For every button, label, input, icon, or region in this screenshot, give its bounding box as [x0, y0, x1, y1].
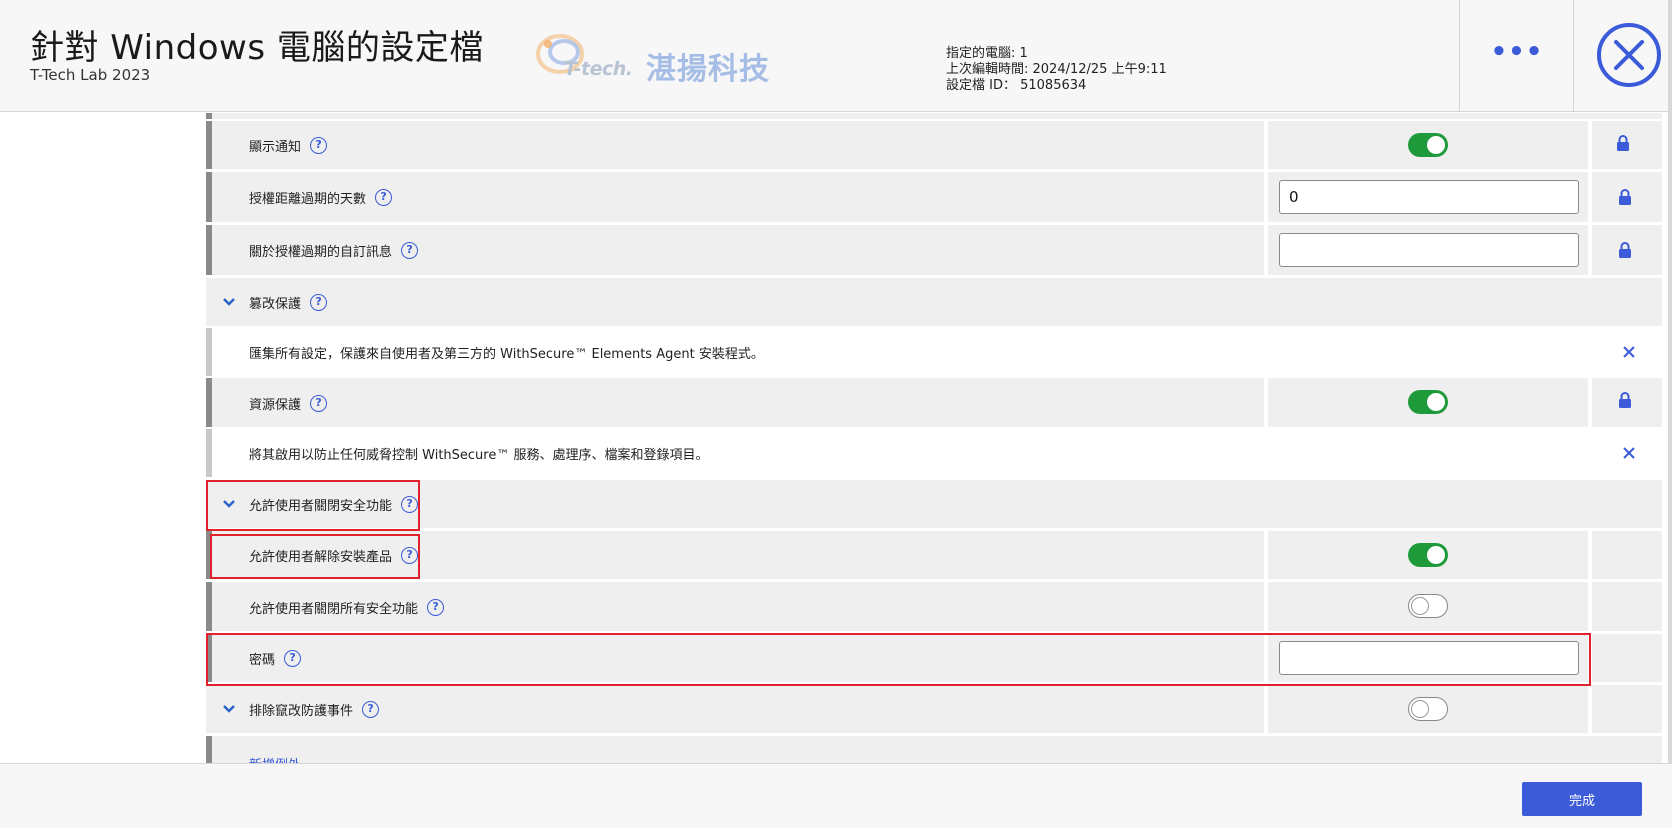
row-tamper-description: 匯集所有設定，保護來自使用者及第三方的 WithSecure™ Elements…: [206, 328, 1662, 376]
description-text: 匯集所有設定，保護來自使用者及第三方的 WithSecure™ Elements…: [249, 347, 764, 362]
add-exception-link[interactable]: 新增例外: [249, 754, 301, 763]
dialog-footer: 完成: [0, 763, 1672, 828]
table-row: [206, 113, 1662, 119]
done-button[interactable]: 完成: [1522, 782, 1642, 816]
description-text: 將其啟用以防止任何威脅控制 WithSecure™ 服務、處理序、檔案和登錄項目…: [249, 448, 709, 463]
resource-protection-toggle[interactable]: [1408, 390, 1448, 414]
row-indicator: [206, 429, 212, 477]
setting-label: 關於授權過期的自訂訊息 ?: [249, 241, 419, 260]
assigned-computers: 指定的電腦: 1: [946, 46, 1028, 61]
help-icon[interactable]: ?: [310, 395, 328, 412]
row-indicator: [206, 328, 212, 376]
show-notification-toggle[interactable]: [1408, 133, 1448, 157]
column-divider: [1264, 172, 1268, 222]
column-divider: [1588, 582, 1592, 631]
highlight-box: [206, 480, 420, 531]
chevron-down-icon[interactable]: [222, 295, 236, 309]
row-allow-disable-all: 允許使用者關閉所有安全功能 ?: [206, 582, 1662, 631]
setting-label: 顯示通知 ?: [249, 136, 328, 155]
section-exclude-tamper-events[interactable]: 排除竄改防護事件 ?: [206, 685, 1662, 733]
column-divider: [1588, 685, 1592, 733]
row-allow-uninstall: 允許使用者解除安裝產品 ?: [206, 531, 1662, 579]
page-title: 針對 Windows 電腦的設定檔: [30, 28, 484, 68]
row-resource-protection: 資源保護 ?: [206, 378, 1662, 427]
lock-icon[interactable]: [1616, 135, 1630, 151]
exclude-tamper-toggle[interactable]: [1408, 697, 1448, 721]
lock-icon[interactable]: [1618, 242, 1632, 258]
column-divider: [1264, 225, 1268, 275]
chevron-down-icon[interactable]: [222, 702, 236, 716]
lock-icon[interactable]: [1618, 189, 1632, 205]
row-add-exception: 新增例外: [206, 736, 1662, 763]
setting-label: 授權距離過期的天數 ?: [249, 188, 393, 207]
row-indicator: [206, 736, 212, 763]
more-options-button[interactable]: •••: [1462, 26, 1572, 78]
header-divider: [1573, 0, 1574, 112]
column-divider: [1264, 531, 1268, 579]
logo-text-chinese: 湛揚科技: [646, 52, 770, 87]
highlight-box: [206, 633, 1591, 686]
row-indicator: [206, 225, 212, 275]
close-icon[interactable]: [1596, 22, 1662, 88]
column-divider: [1588, 225, 1592, 275]
help-icon[interactable]: ?: [375, 189, 393, 206]
column-divider: [1264, 121, 1268, 169]
last-edit-time: 上次編輯時間: 2024/12/25 上午9:11: [946, 62, 1167, 77]
section-allow-disable-security[interactable]: 允許使用者關閉安全功能 ?: [206, 480, 1662, 528]
profile-id: 設定檔 ID： 51085634: [946, 78, 1087, 93]
column-divider: [1264, 378, 1268, 427]
row-show-notification: 顯示通知 ?: [206, 121, 1662, 169]
page-subtitle: T-Tech Lab 2023: [30, 66, 151, 84]
row-indicator: [206, 113, 212, 119]
column-divider: [1588, 172, 1592, 222]
close-icon[interactable]: [1622, 345, 1636, 359]
section-label: 篡改保護 ?: [249, 293, 328, 312]
allow-uninstall-toggle[interactable]: [1408, 543, 1448, 567]
setting-label: 允許使用者關閉所有安全功能 ?: [249, 598, 445, 617]
header-divider: [1459, 0, 1460, 112]
column-divider: [1588, 121, 1592, 169]
help-icon[interactable]: ?: [362, 701, 380, 718]
logo-text-tech: T-tech.: [564, 58, 633, 80]
ttech-logo: T-tech. 湛揚科技: [534, 32, 794, 87]
row-indicator: [206, 121, 212, 169]
license-message-input[interactable]: [1279, 233, 1579, 267]
section-tamper-protection[interactable]: 篡改保護 ?: [206, 278, 1662, 326]
help-icon[interactable]: ?: [310, 137, 328, 154]
row-indicator: [206, 172, 212, 222]
license-days-input[interactable]: [1279, 180, 1579, 214]
scrollbar[interactable]: [1668, 0, 1672, 763]
row-indicator: [206, 378, 212, 427]
close-icon[interactable]: [1622, 446, 1636, 460]
dialog-header: 針對 Windows 電腦的設定檔 T-Tech Lab 2023 T-tech…: [0, 0, 1672, 112]
column-divider: [1264, 685, 1268, 733]
profile-meta: 指定的電腦: 1 上次編輯時間: 2024/12/25 上午9:11 設定檔 I…: [946, 46, 1167, 94]
highlight-box: [210, 534, 420, 579]
row-indicator: [206, 582, 212, 631]
setting-label: 資源保護 ?: [249, 394, 328, 413]
column-divider: [1264, 582, 1268, 631]
help-icon[interactable]: ?: [310, 294, 328, 311]
help-icon[interactable]: ?: [427, 599, 445, 616]
lock-icon[interactable]: [1618, 392, 1632, 408]
allow-disable-all-toggle[interactable]: [1408, 594, 1448, 618]
column-divider: [1588, 378, 1592, 427]
column-divider: [1588, 531, 1592, 579]
settings-panel[interactable]: 顯示通知 ? 授權距離過期的天數 ? 關於授權過期的自訂訊息 ?: [0, 113, 1672, 763]
section-label: 排除竄改防護事件 ?: [249, 700, 380, 719]
row-license-message: 關於授權過期的自訂訊息 ?: [206, 225, 1662, 275]
row-resource-description: 將其啟用以防止任何威脅控制 WithSecure™ 服務、處理序、檔案和登錄項目…: [206, 429, 1662, 477]
row-license-days: 授權距離過期的天數 ?: [206, 172, 1662, 222]
help-icon[interactable]: ?: [401, 242, 419, 259]
